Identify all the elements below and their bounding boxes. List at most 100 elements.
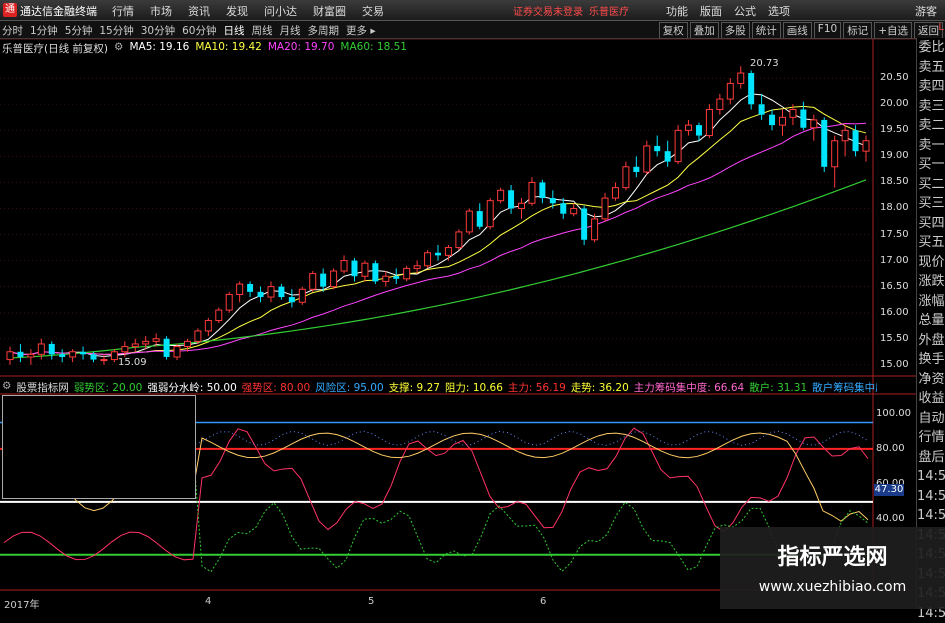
sidebar-item-15[interactable]: 外盘 — [917, 331, 945, 351]
candle — [811, 115, 817, 141]
candle — [456, 229, 462, 250]
sidebar-item-2[interactable]: 卖四 — [917, 77, 945, 97]
candle — [581, 206, 587, 245]
indicator-item-10: 散户筹码集中度: 34.70 — [812, 380, 877, 395]
indicator-tick-0: 100.00 — [876, 408, 911, 419]
sidebar-item-19[interactable]: 自动 — [917, 409, 945, 429]
sidebar-item-22[interactable]: 14:50 — [917, 467, 945, 487]
candle — [748, 70, 754, 109]
watermark-title: 指标严选网 — [720, 539, 945, 571]
kline-chart[interactable] — [0, 0, 916, 609]
sidebar-item-23[interactable]: 14:50 — [917, 487, 945, 507]
candle — [800, 102, 806, 131]
sidebar-item-10[interactable]: 买五 — [917, 233, 945, 253]
candle — [435, 245, 441, 261]
price-tick-7: 17.00 — [880, 255, 909, 266]
sidebar-item-21[interactable]: 盘后 — [917, 448, 945, 468]
watermark-overlay: 指标严选网 www.xuezhibiao.com — [720, 527, 945, 609]
candle — [738, 66, 744, 88]
candle — [759, 94, 765, 120]
indicator-item-0: 弱势区: 20.00 — [74, 380, 142, 395]
candle — [17, 344, 23, 362]
sidebar-item-0[interactable]: 委比 — [917, 38, 945, 58]
sidebar-item-4[interactable]: 卖二 — [917, 116, 945, 136]
candle — [362, 261, 368, 282]
sidebar-item-18[interactable]: 收益 — [917, 389, 945, 409]
indicator-item-8: 主力筹码集中度: 66.64 — [634, 380, 744, 395]
low-price-label: 15.09 — [118, 357, 147, 368]
candle — [404, 266, 410, 282]
candle — [49, 341, 55, 359]
sidebar-item-1[interactable]: 卖五 — [917, 58, 945, 78]
sidebar-item-8[interactable]: 买三 — [917, 194, 945, 214]
candle — [80, 347, 86, 360]
price-tick-3: 19.00 — [880, 150, 909, 161]
candle — [466, 208, 472, 234]
date-tick-1: 4 — [205, 596, 211, 607]
price-tick-8: 16.50 — [880, 281, 909, 292]
candle — [351, 258, 357, 281]
candle — [299, 287, 305, 305]
indicator-item-7: 走势: 36.20 — [571, 380, 629, 395]
sidebar-item-24[interactable]: 14:50 — [917, 506, 945, 526]
candle — [445, 245, 451, 261]
candle — [205, 318, 211, 336]
candle — [717, 94, 723, 115]
candle — [59, 349, 65, 362]
info-inset-box — [2, 395, 196, 499]
price-tick-10: 15.50 — [880, 333, 909, 344]
candle — [539, 180, 545, 203]
candle — [654, 136, 660, 157]
candle — [623, 162, 629, 191]
candle — [477, 203, 483, 229]
sidebar-item-13[interactable]: 涨幅 — [917, 292, 945, 312]
indicator-tick-3: 40.00 — [876, 513, 905, 524]
candle — [727, 78, 733, 104]
sidebar-item-11[interactable]: 现价 — [917, 253, 945, 273]
price-tick-2: 19.50 — [880, 124, 909, 135]
sidebar-item-12[interactable]: 涨跌 — [917, 272, 945, 292]
candle — [779, 109, 785, 135]
price-tick-6: 17.50 — [880, 229, 909, 240]
candle — [863, 136, 869, 162]
candle — [310, 271, 316, 292]
watermark-url: www.xuezhibiao.com — [720, 579, 945, 595]
ma60-line — [10, 180, 866, 358]
indicator-item-5: 阻力: 10.66 — [445, 380, 503, 395]
sidebar-item-5[interactable]: 卖一 — [917, 136, 945, 156]
candle — [268, 281, 274, 302]
candle — [560, 198, 566, 219]
candle — [341, 255, 347, 273]
candle — [696, 123, 702, 141]
candle — [769, 109, 775, 130]
candle — [372, 261, 378, 284]
sidebar-item-9[interactable]: 买四 — [917, 214, 945, 234]
current-value-badge: 47.30 — [874, 484, 904, 496]
candle — [132, 339, 138, 352]
candle — [247, 281, 253, 297]
indicator-item-1: 强弱分水岭: 50.00 — [147, 380, 236, 395]
sidebar-item-7[interactable]: 买二 — [917, 175, 945, 195]
sidebar-item-20[interactable]: 行情 — [917, 428, 945, 448]
sidebar-item-3[interactable]: 卖三 — [917, 97, 945, 117]
indicator-settings-icon[interactable]: ⚙ — [2, 380, 11, 395]
sidebar-item-17[interactable]: 净资 — [917, 370, 945, 390]
indicator-legend: ⚙ 股票指标网 弱势区: 20.00强弱分水岭: 50.00强势区: 80.00… — [2, 380, 877, 395]
price-tick-11: 15.00 — [880, 359, 909, 370]
candle — [508, 185, 514, 214]
candle — [425, 250, 431, 268]
candle — [571, 203, 577, 216]
indicator-item-3: 风险区: 95.00 — [315, 380, 383, 395]
candle — [184, 339, 190, 352]
sidebar-item-14[interactable]: 总量 — [917, 311, 945, 331]
date-tick-2: 5 — [368, 596, 374, 607]
price-tick-9: 16.00 — [880, 307, 909, 318]
indicator-name[interactable]: 股票指标网 — [16, 380, 69, 395]
price-tick-1: 20.00 — [880, 98, 909, 109]
candle — [226, 292, 232, 313]
guest-account[interactable]: 游客 — [915, 3, 937, 19]
sidebar-item-16[interactable]: 换手 — [917, 350, 945, 370]
sidebar-item-6[interactable]: 买一 — [917, 155, 945, 175]
candle — [519, 198, 525, 219]
candle — [644, 141, 650, 175]
